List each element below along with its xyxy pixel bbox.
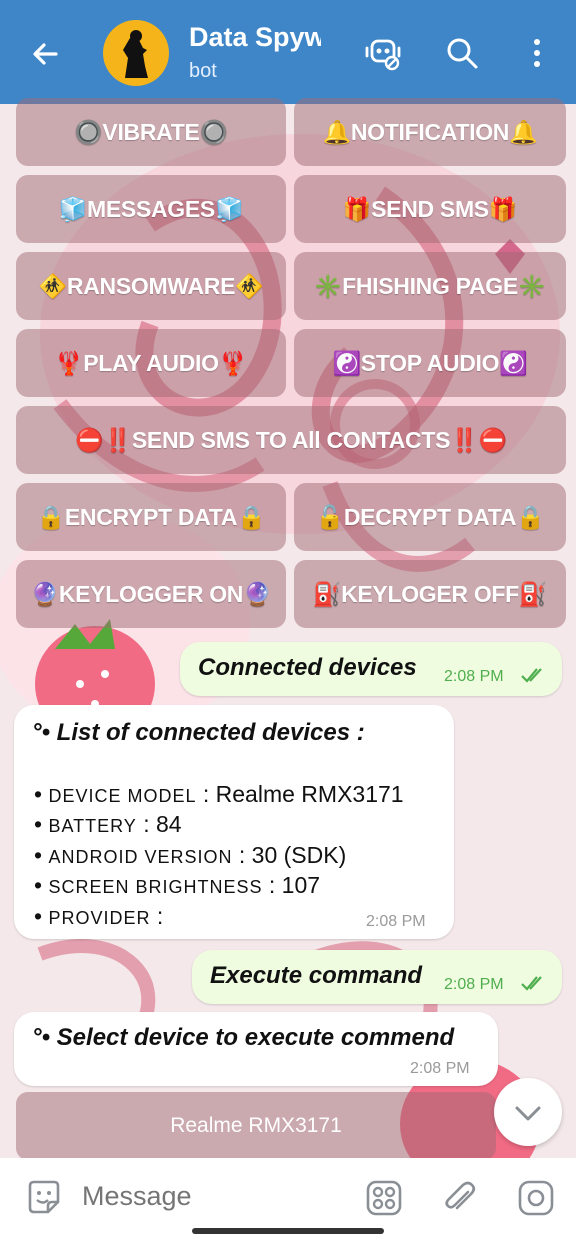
home-indicator bbox=[192, 1228, 384, 1234]
bullet: • bbox=[34, 903, 43, 929]
message-time: 2:08 PM bbox=[366, 913, 426, 930]
outgoing-message[interactable]: Connected devices 2:08 PM bbox=[180, 642, 562, 696]
bullet: • bbox=[34, 781, 43, 807]
back-arrow-icon[interactable] bbox=[26, 34, 66, 74]
info-row-battery: • Battery : 84 bbox=[34, 811, 182, 837]
bot-avatar[interactable] bbox=[103, 20, 169, 86]
double-check-icon bbox=[521, 668, 542, 683]
info-row-screen-brightness: • Screen Brightness : 107 bbox=[34, 872, 321, 898]
more-vert-icon[interactable] bbox=[518, 34, 556, 72]
message-title: °• Select device to execute commend bbox=[32, 1024, 455, 1051]
info-row-provider: • Provider : bbox=[34, 903, 164, 929]
kb-play-audio-button[interactable]: 🦞PLAY AUDIO🦞 bbox=[16, 329, 286, 397]
message-time: 2:08 PM bbox=[444, 976, 504, 993]
chat-header: Data Spyw bot bbox=[0, 0, 576, 104]
incoming-message[interactable]: °• List of connected devices : • Device … bbox=[14, 705, 454, 939]
info-key: Screen Brightness bbox=[48, 877, 263, 897]
info-value: Realme RMX3171 bbox=[215, 781, 404, 807]
message-text: Connected devices bbox=[198, 654, 417, 681]
bot-menu-icon[interactable] bbox=[364, 1178, 404, 1218]
kb-send-sms-all-contacts-button[interactable]: ⛔‼️SEND SMS TO All CONTACTS‼️⛔ bbox=[16, 406, 566, 474]
info-row-android-version: • Android Version : 30 (SDK) bbox=[34, 842, 347, 868]
camera-icon[interactable] bbox=[516, 1178, 556, 1218]
bullet: • bbox=[34, 872, 43, 898]
attach-icon[interactable] bbox=[440, 1178, 480, 1218]
incoming-message[interactable]: °• Select device to execute commend 2:08… bbox=[14, 1012, 498, 1086]
info-row-device-model: • Device Model : Realme RMX3171 bbox=[34, 781, 404, 807]
info-key: Device Model bbox=[48, 786, 197, 806]
voice-chat-icon[interactable] bbox=[364, 34, 402, 72]
kb-notification-button[interactable]: 🔔NOTIFICATION🔔 bbox=[294, 98, 566, 166]
info-value: 107 bbox=[281, 872, 321, 898]
search-icon[interactable] bbox=[443, 34, 481, 72]
message-text: Execute command bbox=[210, 962, 423, 989]
chevron-down-icon bbox=[515, 1106, 541, 1121]
kb-ransomware-button[interactable]: 🚸RANSOMWARE🚸 bbox=[16, 252, 286, 320]
kb-vibrate-button[interactable]: 🔘VIBRATE🔘 bbox=[16, 98, 286, 166]
chat-subtitle: bot bbox=[189, 60, 217, 82]
kb-phishing-page-button[interactable]: ✳️FHISHING PAGE✳️ bbox=[294, 252, 566, 320]
chat-title: Data Spyw bbox=[189, 22, 321, 52]
bullet: • bbox=[34, 842, 43, 868]
message-input[interactable] bbox=[80, 1180, 344, 1213]
info-value: 84 bbox=[155, 811, 182, 837]
message-title: °• List of connected devices : bbox=[32, 719, 365, 746]
info-key: Android Version bbox=[48, 847, 233, 867]
outgoing-message[interactable]: Execute command 2:08 PM bbox=[192, 950, 562, 1004]
bullet: • bbox=[34, 811, 43, 837]
kb-keylogger-on-button[interactable]: 🔮KEYLOGGER ON🔮 bbox=[16, 560, 286, 628]
message-time: 2:08 PM bbox=[410, 1060, 470, 1077]
scroll-to-bottom-button[interactable] bbox=[494, 1078, 562, 1146]
kb-send-sms-button[interactable]: 🎁SEND SMS🎁 bbox=[294, 175, 566, 243]
kb-stop-audio-button[interactable]: ☯️STOP AUDIO☯️ bbox=[294, 329, 566, 397]
info-key: Battery bbox=[48, 816, 137, 836]
double-check-icon bbox=[521, 976, 542, 991]
device-select-button[interactable]: Realme RMX3171 bbox=[16, 1092, 496, 1160]
sticker-icon[interactable] bbox=[24, 1178, 64, 1218]
kb-decrypt-data-button[interactable]: 🔓DECRYPT DATA🔒 bbox=[294, 483, 566, 551]
info-key: Provider bbox=[48, 908, 151, 928]
info-value: 30 (SDK) bbox=[251, 842, 347, 868]
kb-messages-button[interactable]: 🧊MESSAGES🧊 bbox=[16, 175, 286, 243]
message-time: 2:08 PM bbox=[444, 668, 504, 685]
kb-keylogger-off-button[interactable]: ⛽KEYLOGER OFF⛽ bbox=[294, 560, 566, 628]
kb-encrypt-data-button[interactable]: 🔒ENCRYPT DATA🔒 bbox=[16, 483, 286, 551]
